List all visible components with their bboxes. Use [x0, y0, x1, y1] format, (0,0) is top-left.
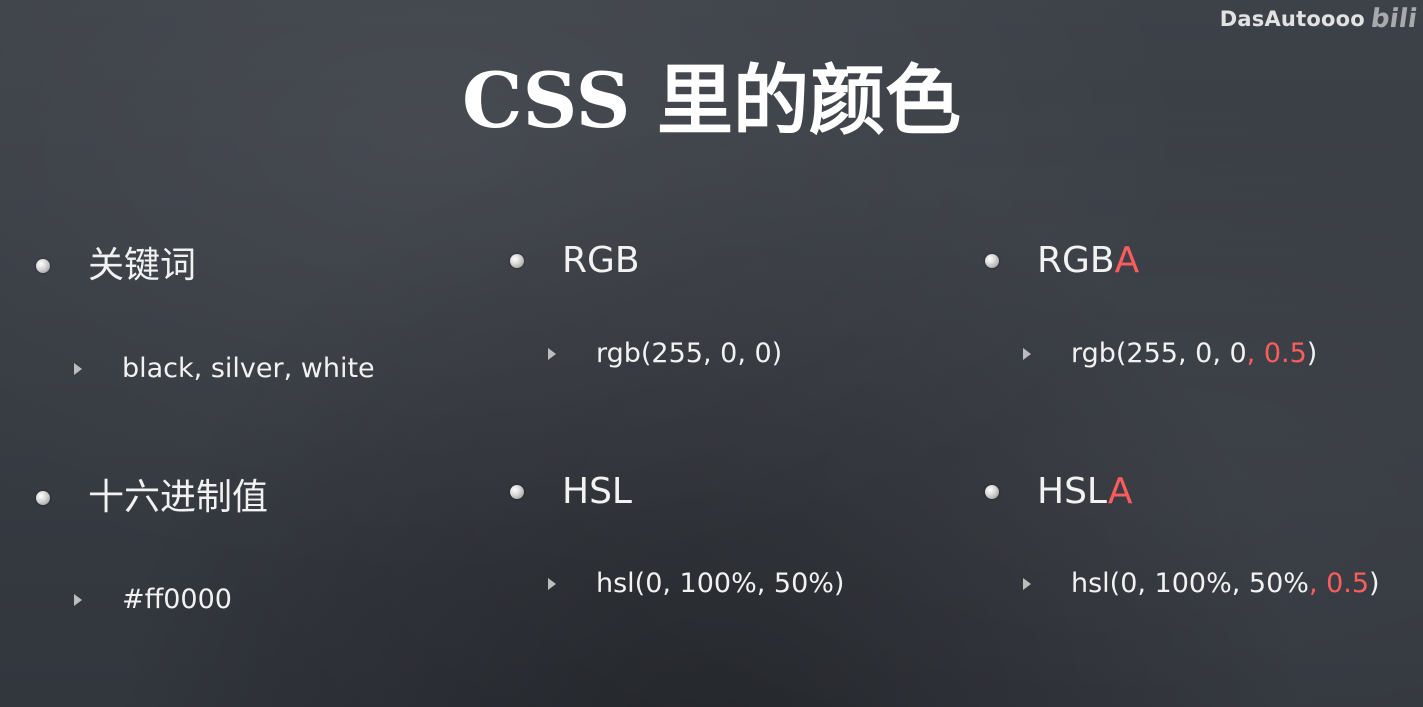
sub-item-hsla-example: hsl(0, 100%, 50%, 0.5): [1023, 570, 1380, 597]
example-close: ): [1306, 338, 1318, 369]
bullet-dot-icon: [510, 485, 524, 499]
bullet-item-hsl: HSL: [510, 474, 632, 510]
example-close: ): [1369, 568, 1380, 599]
example-accent: , 0.5: [1308, 568, 1370, 599]
sub-item-hex-example: #ff0000: [74, 586, 232, 613]
example-base: hsl(0, 100%, 50%: [1071, 568, 1309, 599]
example-base: rgb(255, 0, 0: [1071, 338, 1247, 369]
slide-title: CSS 里的颜色: [461, 56, 962, 145]
heading-accent: A: [1107, 471, 1133, 512]
item-heading: 关键词: [88, 245, 197, 286]
triangle-bullet-icon: [74, 362, 82, 375]
bullet-item-keywords: 关键词: [36, 248, 196, 284]
bullet-item-rgba: RGBA: [985, 243, 1139, 279]
sub-item-rgba-example: rgb(255, 0, 0, 0.5): [1023, 340, 1317, 367]
bullet-dot-icon: [36, 259, 50, 273]
sub-item-rgb-example: rgb(255, 0, 0): [548, 340, 782, 367]
triangle-bullet-icon: [74, 593, 82, 606]
triangle-bullet-icon: [548, 347, 556, 360]
item-example: black, silver, white: [122, 353, 375, 384]
item-heading: 十六进制值: [88, 477, 269, 518]
heading-base: RGB: [1037, 240, 1115, 281]
bullet-item-hsla: HSLA: [985, 474, 1132, 510]
item-heading: HSLA: [1037, 474, 1132, 510]
triangle-bullet-icon: [1023, 347, 1031, 360]
watermark: DasAutoooo bili: [1219, 4, 1420, 34]
sub-item-keywords-example: black, silver, white: [74, 355, 375, 382]
example-accent: , 0.5: [1246, 338, 1307, 369]
bilibili-logo-icon: bili: [1368, 4, 1420, 34]
item-example: hsl(0, 100%, 50%): [596, 568, 845, 599]
bullet-dot-icon: [510, 254, 524, 268]
bullet-dot-icon: [985, 485, 999, 499]
triangle-bullet-icon: [1023, 577, 1031, 590]
heading-accent: A: [1114, 240, 1140, 281]
bullet-dot-icon: [36, 491, 50, 505]
heading-base: HSL: [1037, 471, 1108, 512]
sub-item-hsl-example: hsl(0, 100%, 50%): [548, 570, 844, 597]
item-heading: RGBA: [1037, 243, 1139, 279]
item-heading: HSL: [562, 471, 632, 512]
item-example: rgb(255, 0, 0): [596, 338, 783, 369]
triangle-bullet-icon: [548, 577, 556, 590]
watermark-text: DasAutoooo: [1219, 7, 1365, 31]
item-heading: RGB: [562, 240, 640, 281]
item-example: #ff0000: [122, 584, 232, 615]
bullet-item-hex: 十六进制值: [36, 480, 268, 516]
bullet-dot-icon: [985, 254, 999, 268]
item-example: hsl(0, 100%, 50%, 0.5): [1071, 570, 1380, 597]
item-example: rgb(255, 0, 0, 0.5): [1071, 340, 1317, 367]
bullet-item-rgb: RGB: [510, 243, 640, 279]
